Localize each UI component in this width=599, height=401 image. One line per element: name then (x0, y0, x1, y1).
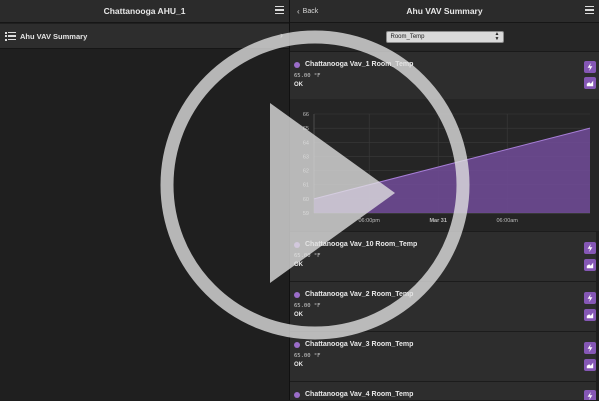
right-topbar: ‹ Back Ahu VAV Summary (290, 0, 599, 23)
chart-button[interactable] (584, 259, 596, 271)
lightning-button[interactable] (584, 342, 596, 354)
list-icon (5, 31, 16, 41)
x-tick-label: 06:00am (496, 218, 518, 224)
chart-icon (586, 312, 594, 319)
point-name: Chattanooga Vav_4 Room_Temp (305, 391, 414, 398)
lightning-button[interactable] (584, 242, 596, 254)
back-button[interactable]: ‹ Back (297, 0, 318, 22)
lightning-button[interactable] (584, 61, 596, 73)
chevron-left-icon: ‹ (297, 6, 300, 16)
chart-icon (586, 262, 594, 269)
chart-button[interactable] (584, 359, 596, 371)
lightning-icon (587, 244, 593, 252)
lightning-icon (587, 344, 593, 352)
chart-icon (586, 80, 594, 87)
lightning-icon (587, 294, 593, 302)
chart-button[interactable] (584, 77, 596, 89)
right-menu-icon[interactable] (585, 5, 594, 15)
point-dot-icon (294, 391, 300, 398)
point-card[interactable]: Chattanooga Vav_4 Room_Temp (290, 382, 599, 401)
select-arrows-icon: ▲ ▼ (494, 31, 500, 42)
point-value: 65.00 °F (294, 353, 321, 359)
point-status: OK (294, 362, 303, 368)
chart-button[interactable] (584, 309, 596, 321)
left-menu-icon[interactable] (275, 5, 284, 15)
chart-icon (586, 362, 594, 369)
lightning-icon (587, 63, 593, 71)
left-topbar: Chattanooga AHU_1 (0, 0, 289, 23)
right-title: Ahu VAV Summary (406, 6, 483, 16)
summary-label: Ahu VAV Summary (20, 31, 88, 41)
lightning-button[interactable] (584, 292, 596, 304)
play-icon[interactable] (155, 25, 475, 345)
lightning-icon (587, 392, 593, 400)
lightning-button[interactable] (584, 390, 596, 400)
back-label: Back (302, 7, 319, 15)
left-title: Chattanooga AHU_1 (103, 6, 186, 16)
